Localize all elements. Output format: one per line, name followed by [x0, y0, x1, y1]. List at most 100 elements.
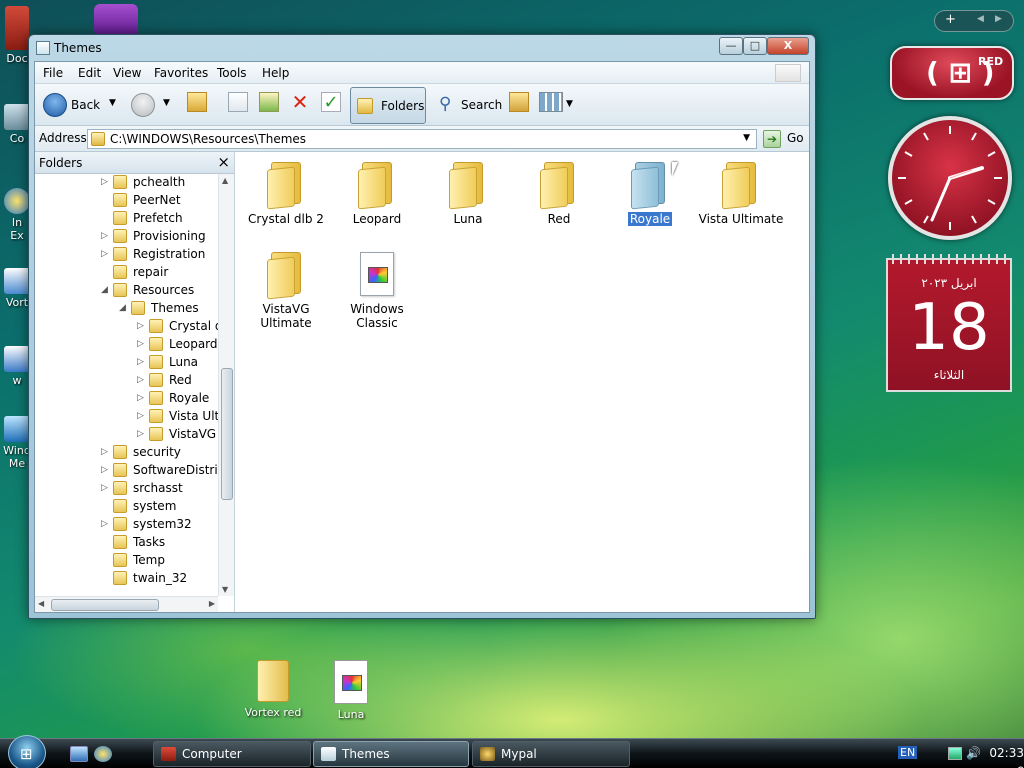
previous-icon[interactable]: ◀ [977, 14, 984, 24]
taskbar-button-computer[interactable]: Computer [153, 741, 311, 767]
menu-file[interactable]: File [43, 66, 63, 80]
folder-item[interactable]: Vista Ultimate [696, 162, 786, 226]
tree-expander-icon[interactable]: ▷ [137, 321, 145, 331]
back-button[interactable]: Back ▼ [39, 89, 119, 121]
tree-item[interactable]: PeerNet [35, 192, 218, 210]
tree-item[interactable]: system [35, 498, 218, 516]
go-button[interactable]: ➔ Go [763, 129, 807, 149]
tree-item[interactable]: repair [35, 264, 218, 282]
start-button[interactable]: ⊞ [8, 735, 46, 768]
folder-item[interactable]: Luna [423, 162, 513, 226]
tree-item[interactable]: ▷ VistaVG [35, 426, 218, 444]
tree-item[interactable]: ▷ system32 [35, 516, 218, 534]
tree-item[interactable]: ▷ Provisioning [35, 228, 218, 246]
scroll-left-icon[interactable]: ◀ [38, 599, 44, 608]
scroll-right-icon[interactable]: ▶ [209, 599, 215, 608]
tree-item[interactable]: ▷ srchasst [35, 480, 218, 498]
desktop-icon-vortex-red[interactable]: Vortex red [240, 660, 306, 719]
close-button[interactable]: X [767, 37, 809, 55]
folders-button[interactable]: Folders [350, 87, 426, 124]
tree-expander-icon[interactable]: ▷ [101, 249, 109, 259]
tree-item[interactable]: ▷ Leopard [35, 336, 218, 354]
menu-edit[interactable]: Edit [78, 66, 101, 80]
folder-item[interactable]: VistaVG Ultimate [241, 252, 331, 330]
add-gadget-icon[interactable]: + [945, 12, 956, 27]
tree-expander-icon[interactable]: ▷ [101, 231, 109, 241]
tree-item[interactable]: ▷ Red [35, 372, 218, 390]
tree-expander-icon[interactable]: ▷ [137, 393, 145, 403]
folder-item[interactable]: Royale [605, 162, 695, 226]
calendar-gadget[interactable]: ابريل ٢٠٢٣ 18 الثلاثاء [886, 254, 1012, 392]
tree-expander-icon[interactable]: ◢ [119, 303, 127, 313]
tree-item[interactable]: Temp [35, 552, 218, 570]
tree-vertical-scrollbar[interactable]: ▲ ▼ [218, 174, 234, 596]
tree-expander-icon[interactable]: ▷ [101, 519, 109, 529]
yahoo-icon[interactable] [94, 4, 138, 36]
tree-item[interactable]: ▷ Crystal d [35, 318, 218, 336]
views-dropdown-icon[interactable]: ▼ [566, 99, 573, 109]
tree-item[interactable]: ▷ security [35, 444, 218, 462]
internet-explorer-icon[interactable] [94, 746, 112, 762]
minimize-button[interactable]: — [719, 37, 743, 55]
tree-item[interactable]: ◢ Themes [35, 300, 218, 318]
show-desktop-icon[interactable] [70, 746, 88, 762]
tree-item[interactable]: twain_32 [35, 570, 218, 588]
tree-item[interactable]: ◢ Resources [35, 282, 218, 300]
tree-expander-icon[interactable]: ▷ [101, 465, 109, 475]
address-dropdown-icon[interactable]: ▼ [743, 133, 750, 143]
tree-expander-icon[interactable]: ▷ [137, 411, 145, 421]
move-to-icon[interactable] [259, 92, 279, 112]
views-icon[interactable] [539, 92, 563, 112]
network-icon[interactable] [948, 747, 962, 760]
theme-file-item[interactable]: Windows Classic [332, 252, 422, 330]
volume-icon[interactable]: 🔊 [966, 746, 981, 760]
up-folder-icon[interactable] [187, 92, 207, 112]
tree-horizontal-scrollbar[interactable]: ◀ ▶ [35, 596, 218, 612]
scroll-down-icon[interactable]: ▼ [222, 585, 228, 594]
tree-expander-icon[interactable]: ▷ [101, 177, 109, 187]
red-theme-gadget[interactable]: ( ⊞ ) RED [890, 46, 1014, 100]
tree-item[interactable]: ▷ pchealth [35, 174, 218, 192]
desktop-icon-luna[interactable]: Luna [318, 660, 384, 721]
tree-item[interactable]: ▷ SoftwareDistribu [35, 462, 218, 480]
taskbar-clock[interactable]: 02:33 ص [986, 746, 1024, 768]
menu-help[interactable]: Help [262, 66, 289, 80]
maximize-button[interactable]: □ [743, 37, 767, 55]
copy-to-icon[interactable] [228, 92, 248, 112]
forward-dropdown-icon[interactable]: ▼ [163, 98, 170, 108]
next-icon[interactable]: ▶ [995, 14, 1002, 24]
tree-expander-icon[interactable]: ▷ [101, 483, 109, 493]
tree-expander-icon[interactable]: ▷ [137, 339, 145, 349]
tree-item[interactable]: Tasks [35, 534, 218, 552]
taskbar-button-themes[interactable]: Themes [313, 741, 469, 767]
menu-tools[interactable]: Tools [217, 66, 247, 80]
tree-expander-icon[interactable]: ▷ [101, 447, 109, 457]
clock-gadget[interactable] [888, 116, 1012, 240]
tree-expander-icon[interactable]: ◢ [101, 285, 109, 295]
folder-options-icon[interactable] [509, 92, 529, 112]
properties-icon[interactable]: ✓ [321, 92, 341, 113]
tree-item[interactable]: ▷ Royale [35, 390, 218, 408]
menu-view[interactable]: View [113, 66, 141, 80]
menu-favorites[interactable]: Favorites [154, 66, 208, 80]
taskbar-button-mypal[interactable]: Mypal [472, 741, 630, 767]
folder-item[interactable]: Leopard [332, 162, 422, 226]
folder-item[interactable]: Crystal dlb 2 [241, 162, 331, 226]
tree-expander-icon[interactable]: ▷ [137, 429, 145, 439]
language-indicator[interactable]: EN [898, 746, 918, 759]
scroll-up-icon[interactable]: ▲ [222, 176, 228, 185]
tree-item[interactable]: ▷ Registration [35, 246, 218, 264]
folders-pane-close-icon[interactable]: × [217, 153, 230, 171]
tree-expander-icon[interactable]: ▷ [137, 375, 145, 385]
forward-button[interactable]: ▼ [127, 89, 177, 121]
delete-icon[interactable]: ✕ [290, 92, 310, 112]
tree-item[interactable]: ▷ Vista Ulti [35, 408, 218, 426]
address-input[interactable]: C:\WINDOWS\Resources\Themes ▼ [87, 129, 757, 149]
folder-item[interactable]: Red [514, 162, 604, 226]
tree-horizontal-scroll-thumb[interactable] [51, 599, 159, 611]
search-button[interactable]: ⚲ Search [435, 89, 505, 121]
tree-expander-icon[interactable]: ▷ [137, 357, 145, 367]
tree-item[interactable]: ▷ Luna [35, 354, 218, 372]
back-dropdown-icon[interactable]: ▼ [109, 98, 116, 108]
tree-vertical-scroll-thumb[interactable] [221, 368, 233, 500]
